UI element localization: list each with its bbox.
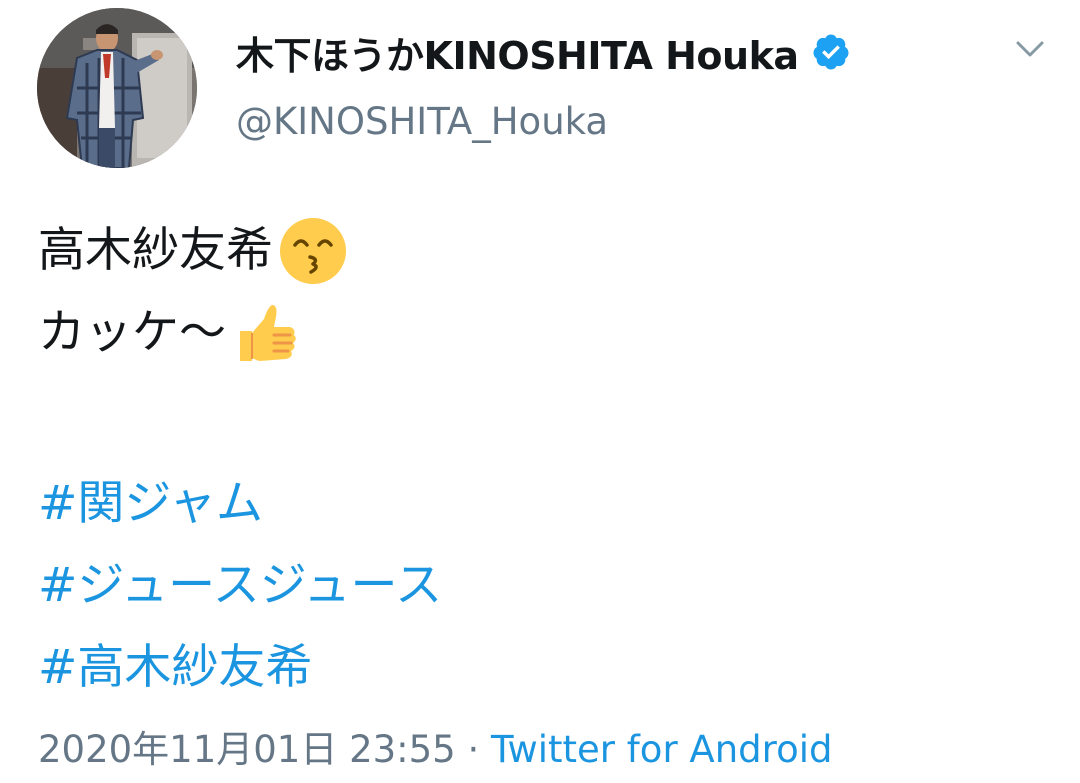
timestamp[interactable]: 2020年11月01日 23:55 (38, 728, 456, 771)
source-link[interactable]: Twitter for Android (491, 728, 832, 771)
user-handle[interactable]: @KINOSHITA_Houka (236, 100, 608, 143)
verified-badge-icon (812, 34, 848, 70)
display-name[interactable]: 木下ほうかKINOSHITA Houka (236, 25, 799, 80)
tweet-line-text: 高木紗友希 (38, 223, 273, 278)
tweet-text: 高木紗友希 カッケ〜 (38, 210, 349, 374)
hashtag-link[interactable]: #ジュースジュース (38, 545, 442, 627)
tweet-line-text: カッケ〜 (38, 305, 226, 360)
tweet-card: 木下ほうかKINOSHITA Houka @KINOSHITA_Houka 高木… (0, 0, 1080, 783)
tweet-line: カッケ〜 (38, 292, 349, 374)
tweet-line: 高木紗友希 (38, 210, 349, 292)
chevron-down-icon[interactable] (1012, 34, 1048, 64)
name-row[interactable]: 木下ほうかKINOSHITA Houka (236, 22, 851, 82)
kissing-face-with-smiling-eyes-icon (280, 218, 346, 284)
meta-separator: · (455, 728, 492, 771)
hashtag-link[interactable]: #関ジャム (38, 463, 442, 545)
hashtag-link[interactable]: #高木紗友希 (38, 627, 442, 709)
hashtag-list: #関ジャム #ジュースジュース #高木紗友希 (38, 463, 442, 709)
tweet-meta: 2020年11月01日 23:55 · Twitter for Android (38, 724, 832, 776)
avatar[interactable] (37, 8, 197, 168)
profile-photo (37, 8, 197, 168)
thumbs-up-icon (240, 305, 296, 361)
